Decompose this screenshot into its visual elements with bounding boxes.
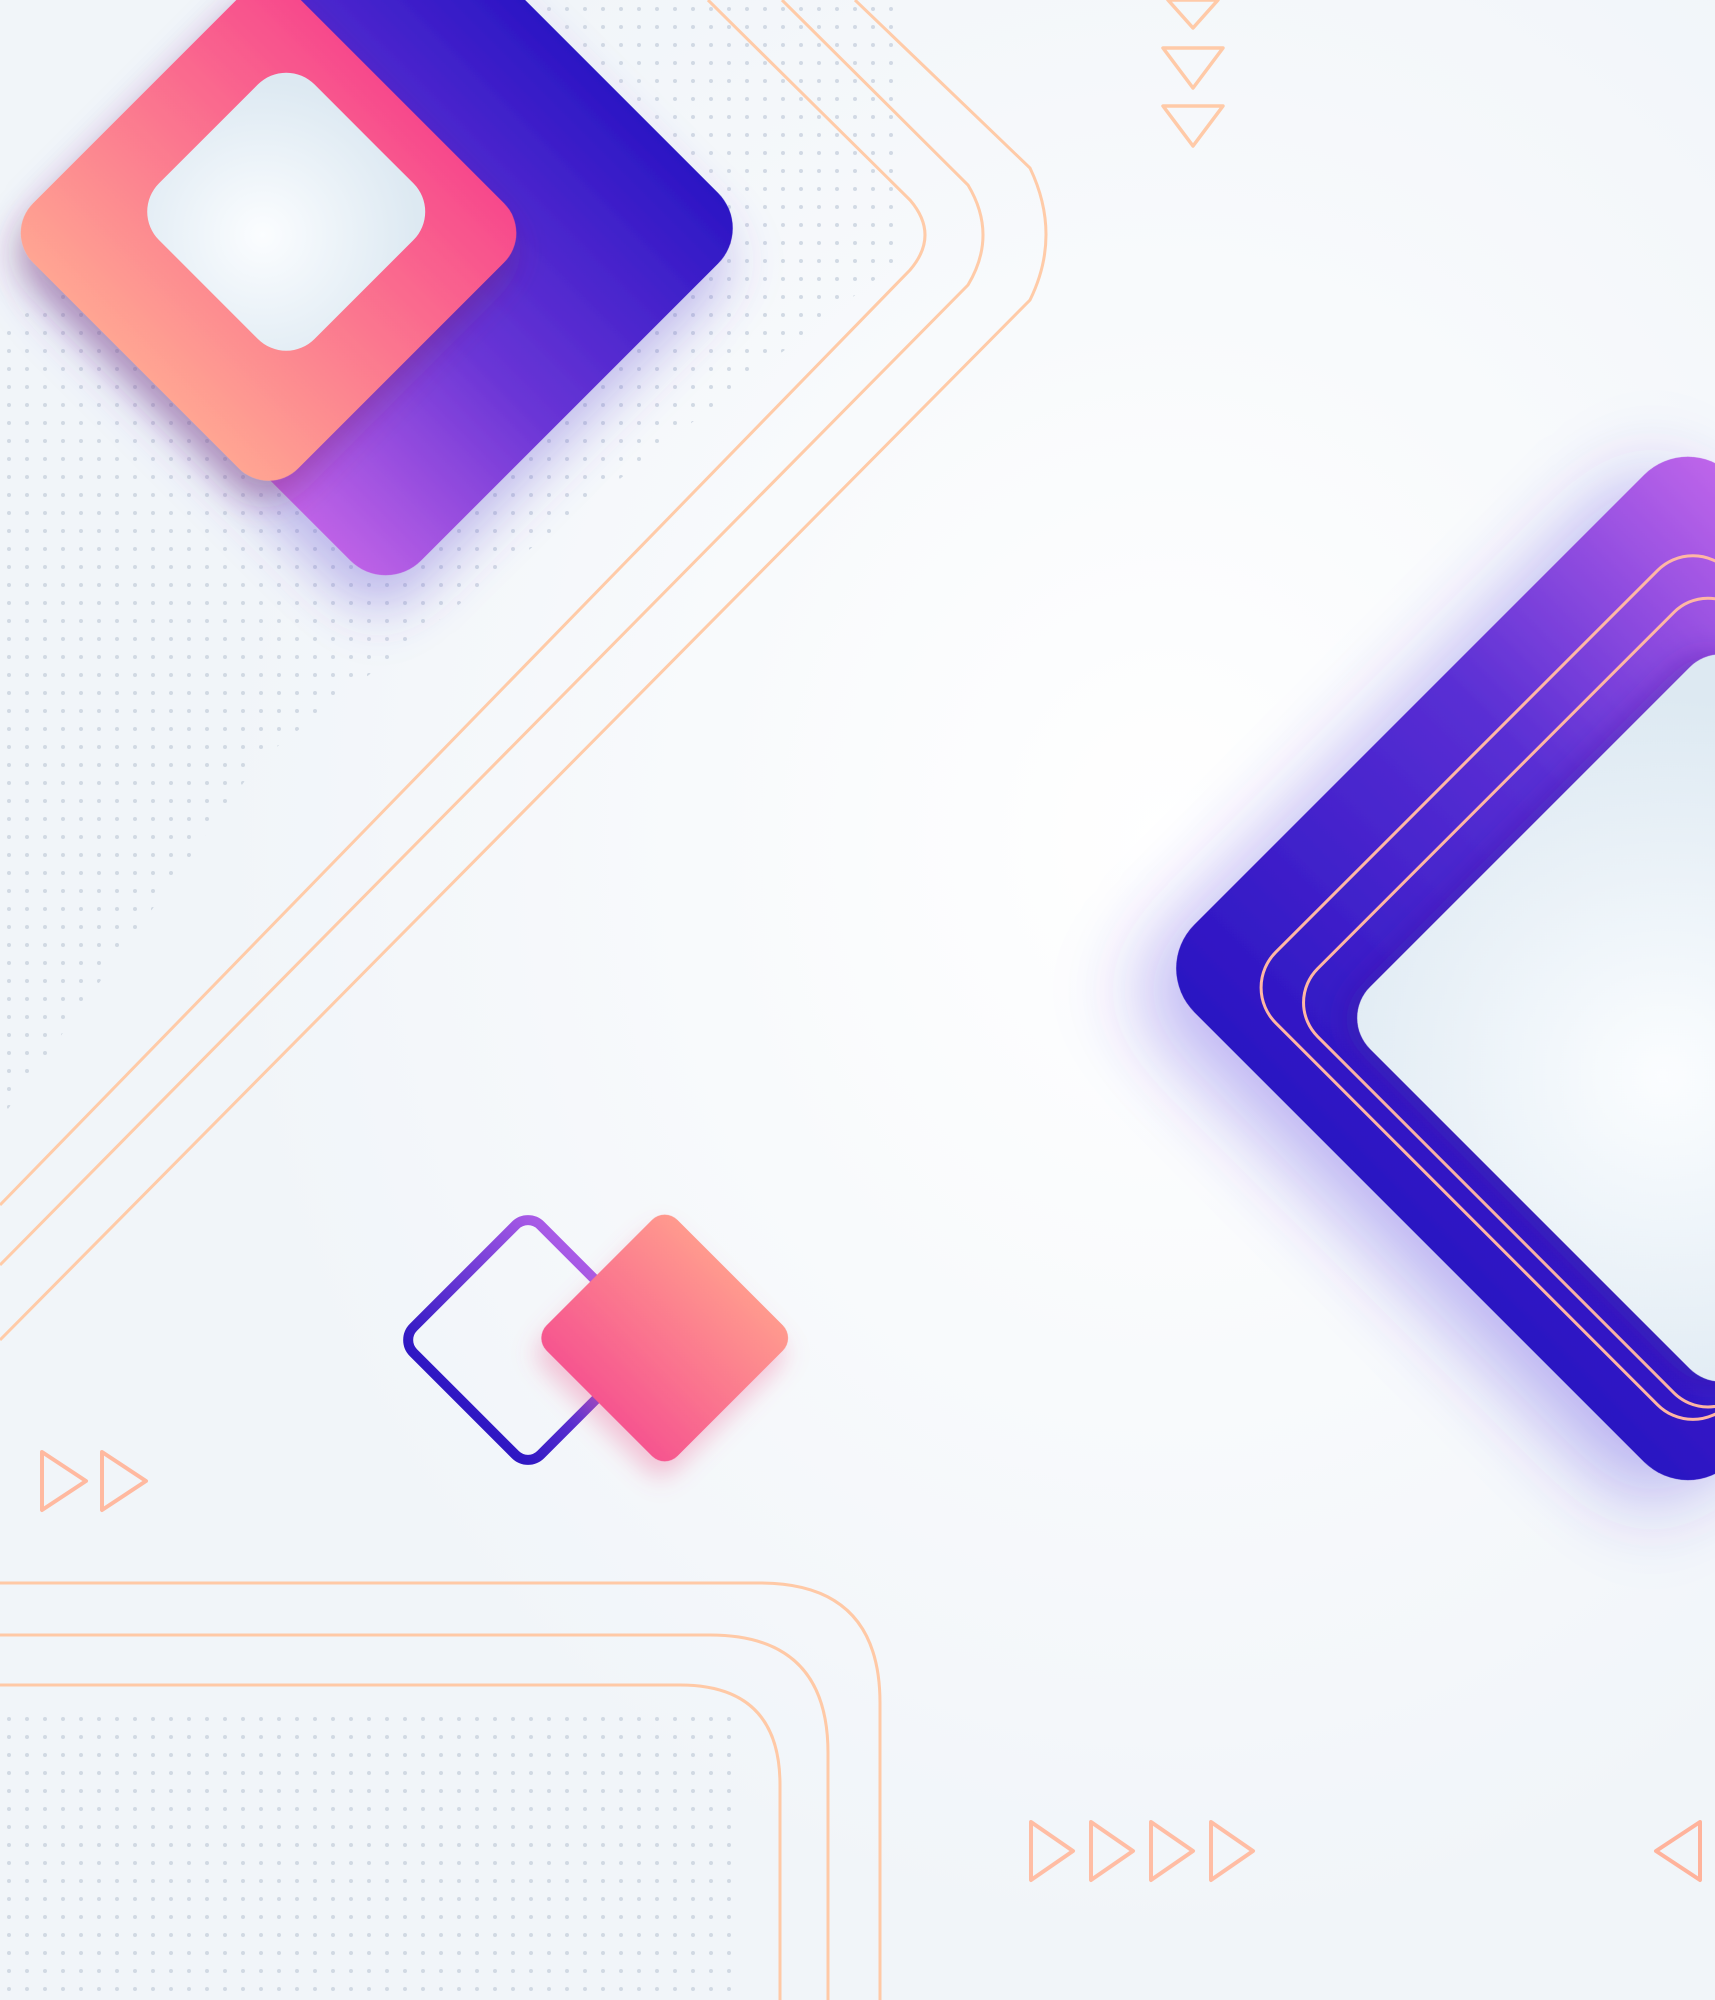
artwork (0, 0, 1715, 2000)
geometric-background (0, 0, 1715, 2000)
dot-grid-bottom-left (0, 1715, 745, 2000)
